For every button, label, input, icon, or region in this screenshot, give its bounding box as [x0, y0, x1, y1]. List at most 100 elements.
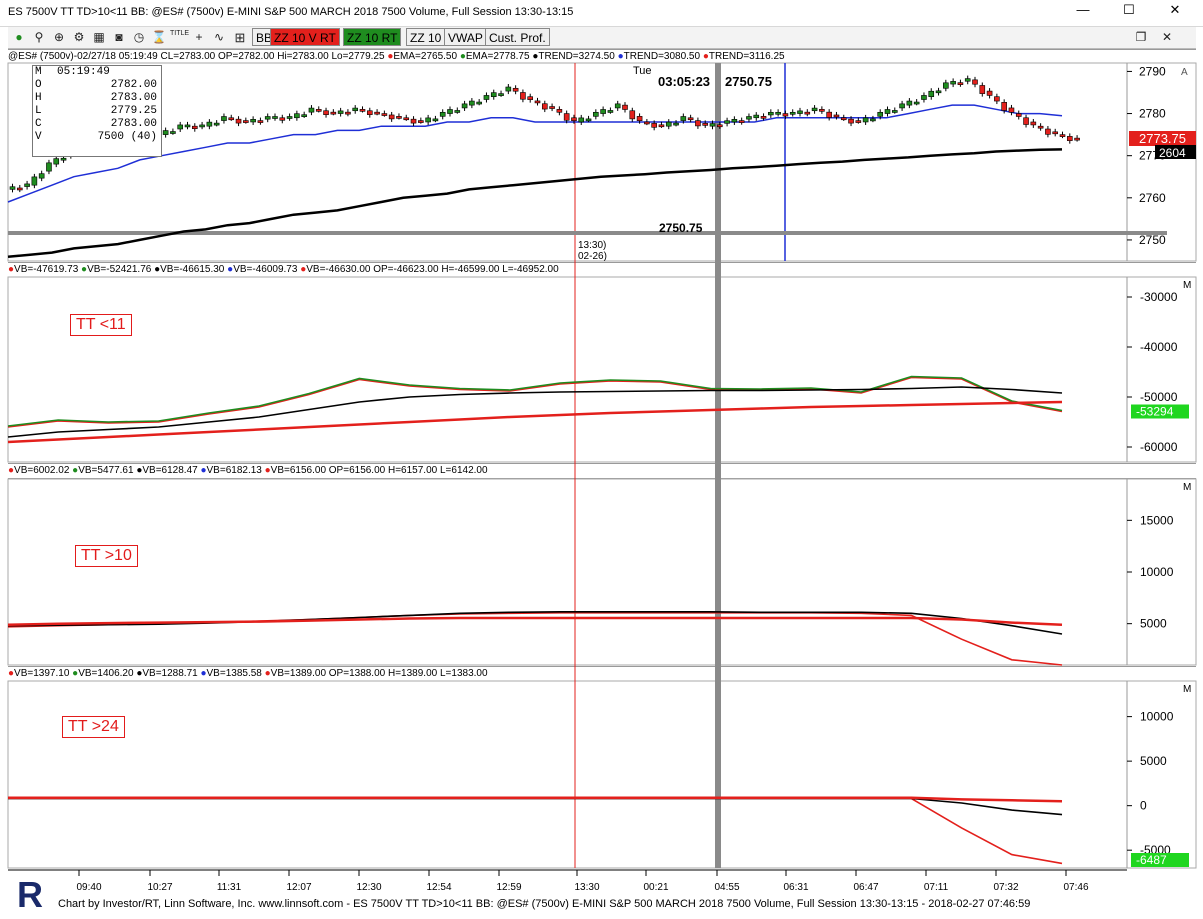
candle-body — [600, 109, 606, 114]
candle-body — [534, 100, 541, 104]
candle-body — [315, 109, 322, 112]
candle-body — [352, 107, 359, 112]
indicator-line — [7, 616, 1063, 626]
candle-body — [512, 87, 519, 92]
y-tick-label: 2760 — [1139, 191, 1166, 205]
zz10-rt-button[interactable]: ZZ 10 RT — [343, 28, 402, 46]
candle-body — [1030, 121, 1037, 126]
candle-body — [687, 117, 694, 121]
indicator-line — [7, 386, 1063, 438]
candle-body — [323, 110, 329, 115]
candle-body — [469, 100, 475, 106]
vwap-button[interactable]: VWAP — [444, 28, 487, 46]
candle-body — [964, 78, 971, 82]
candle-body — [199, 124, 205, 128]
candle-body — [447, 109, 453, 114]
x-tick-label: 12:07 — [286, 882, 311, 893]
zz10-vrt-button[interactable]: ZZ 10 V RT — [270, 28, 340, 46]
x-tick-label: 07:11 — [924, 882, 949, 893]
title-icon[interactable]: TITLE — [170, 29, 189, 46]
indicator-line — [8, 797, 1063, 865]
candle-body — [935, 90, 942, 94]
candle-body — [665, 121, 672, 127]
candle-body — [673, 122, 679, 126]
pane-m-label: M — [1183, 482, 1191, 493]
candle-body — [731, 119, 738, 123]
candle-body — [636, 116, 643, 122]
pane-frame — [7, 680, 1197, 869]
last-price-tag: 2773.75 — [1139, 131, 1186, 146]
close-chart-icon[interactable]: ✕ — [1158, 29, 1176, 46]
candle-body — [651, 123, 657, 128]
candle-body — [891, 110, 898, 113]
candle-body — [388, 114, 395, 120]
candle-body — [498, 93, 504, 96]
crosshair-price-label-lower: 2750.75 — [659, 221, 703, 235]
candle-body — [272, 116, 278, 119]
ohlc-value: 2783.00 — [110, 92, 157, 104]
candle-body — [410, 118, 417, 124]
candle-body — [213, 122, 220, 126]
candle-body — [1015, 113, 1022, 117]
candle-body — [418, 120, 424, 123]
draw-icon[interactable]: ∿ — [210, 29, 228, 46]
ema-tag: 2604 — [1159, 146, 1186, 160]
candle-body — [571, 117, 577, 122]
clock-icon[interactable]: ◷ — [130, 29, 148, 46]
magnify-icon[interactable]: ⚲ — [30, 29, 48, 46]
ohlc-key: L — [35, 105, 42, 117]
candle-body — [709, 123, 716, 127]
candle-body — [593, 111, 599, 117]
candle-body — [614, 103, 621, 109]
chart-icon[interactable]: ▦ — [90, 29, 108, 46]
y-tick-label: -50000 — [1140, 390, 1178, 404]
candle-body — [359, 109, 366, 112]
candle-body — [921, 95, 927, 100]
candle-body — [403, 117, 410, 121]
x-tick-label: 12:54 — [426, 882, 451, 893]
candle-body — [994, 96, 1000, 102]
restore-icon[interactable]: ❐ — [1132, 29, 1150, 46]
candle-body — [695, 120, 701, 127]
zz10-button[interactable]: ZZ 10 — [406, 28, 446, 46]
cust-prof-button[interactable]: Cust. Prof. — [485, 28, 550, 46]
maximize-button[interactable]: ☐ — [1106, 0, 1152, 20]
x-tick-label: 10:27 — [147, 882, 172, 893]
candle-body — [578, 117, 585, 123]
camera-icon[interactable]: ◙ — [110, 29, 128, 46]
ohlc-key: O — [35, 79, 42, 91]
candle-body — [928, 90, 935, 98]
indicator-value-tag: -53294 — [1136, 405, 1174, 419]
candle-body — [833, 114, 840, 118]
dual-dot-icon[interactable]: ● — [10, 29, 28, 46]
y-tick-label: -60000 — [1140, 440, 1178, 454]
grid-icon[interactable]: ⊞ — [230, 29, 250, 46]
candle-body — [279, 117, 286, 121]
x-tick-label: 07:32 — [993, 882, 1018, 893]
x-tick-label: 07:46 — [1063, 882, 1088, 893]
candle-body — [461, 103, 468, 109]
ohlc-value: 2783.00 — [110, 118, 157, 130]
candle-body — [527, 96, 534, 100]
gear-icon[interactable]: ⚙ — [70, 29, 88, 46]
x-tick-label: 00:21 — [643, 882, 668, 893]
candle-body — [789, 111, 796, 115]
ohlc-value: 2782.00 — [110, 79, 157, 91]
candle-body — [505, 86, 512, 92]
last-price-tag-bg — [1129, 131, 1196, 146]
crosshair-icon[interactable]: + — [190, 29, 208, 46]
close-window-button[interactable]: ✕ — [1152, 0, 1198, 20]
pane-m-label: M — [1183, 280, 1191, 291]
candle-body — [826, 111, 832, 118]
candle-body — [490, 92, 497, 98]
candle-body — [330, 111, 337, 115]
crosshair-time-label: 03:05:23 — [658, 74, 710, 89]
window-titlebar: ES 7500V TT TD>10<11 BB: @ES# (7500v) E-… — [0, 0, 1203, 27]
indicator-value-tag-bg — [1131, 404, 1189, 419]
candle-body — [840, 117, 847, 121]
magnify-plus-icon[interactable]: ⊕ — [50, 29, 68, 46]
hourglass-icon[interactable]: ⌛ — [150, 29, 168, 46]
minimize-button[interactable]: — — [1060, 0, 1106, 20]
candle-body — [243, 120, 249, 123]
candle-body — [986, 90, 993, 96]
